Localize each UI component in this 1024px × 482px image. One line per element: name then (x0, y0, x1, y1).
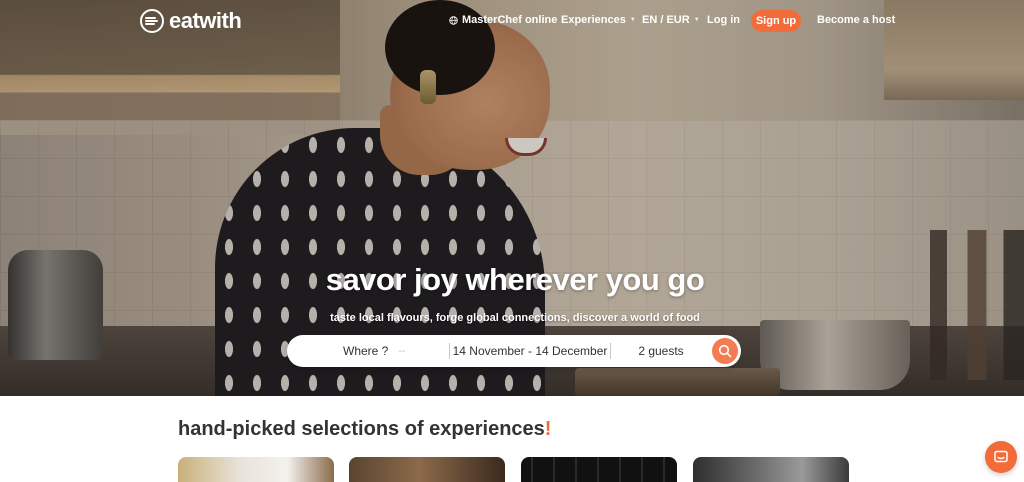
section-title: hand-picked selections of experiences! (178, 418, 551, 441)
dates-field[interactable]: 14 November - 14 December (450, 335, 610, 367)
chevron-down-icon: ▼ (693, 17, 700, 23)
section-title-mark: ! (544, 418, 552, 440)
masterchef-online-link[interactable]: MasterChef online (449, 14, 557, 26)
hero-subline: taste local flavours, forge global conne… (330, 312, 700, 324)
login-label: Log in (707, 14, 740, 26)
chat-icon (994, 450, 1008, 463)
hero-headline: savor joy wherever you go (325, 262, 705, 297)
experience-card[interactable] (693, 457, 849, 482)
globe-icon (449, 15, 458, 25)
signup-button[interactable]: Sign up (751, 10, 801, 32)
guests-field[interactable]: 2 guests (611, 335, 711, 367)
top-nav: eatwith MasterChef online Experiences ▼ … (0, 0, 1024, 42)
search-button[interactable] (712, 338, 738, 364)
search-icon (718, 344, 732, 358)
experiences-label: Experiences (561, 14, 626, 26)
masterchef-label: MasterChef online (462, 14, 558, 26)
language-currency-menu[interactable]: EN / EUR ▼ (642, 14, 700, 26)
experience-card[interactable] (349, 457, 505, 482)
experiences-menu[interactable]: Experiences ▼ (561, 14, 636, 26)
brand-logo[interactable]: eatwith (139, 8, 242, 34)
chevron-down-icon: ▼ (629, 17, 636, 23)
where-field[interactable]: Where ? -- (287, 335, 449, 367)
chat-button[interactable] (985, 441, 1017, 473)
login-link[interactable]: Log in (707, 14, 740, 26)
brand-name: eatwith (169, 8, 242, 33)
dates-value: 14 November - 14 December (452, 344, 608, 358)
search-bar: Where ? -- 14 November - 14 December 2 g… (287, 335, 741, 367)
language-label: EN / EUR (642, 14, 690, 26)
guests-value: 2 guests (638, 344, 684, 358)
section-title-text: hand-picked selections of experiences (178, 418, 545, 440)
eatwith-logo-icon (140, 9, 164, 33)
where-placeholder-dash: -- (398, 345, 406, 357)
become-host-link[interactable]: Become a host (817, 14, 895, 26)
experience-card[interactable] (521, 457, 677, 482)
experience-card[interactable] (178, 457, 334, 482)
become-host-label: Become a host (817, 14, 896, 26)
where-label: Where ? (343, 344, 389, 358)
